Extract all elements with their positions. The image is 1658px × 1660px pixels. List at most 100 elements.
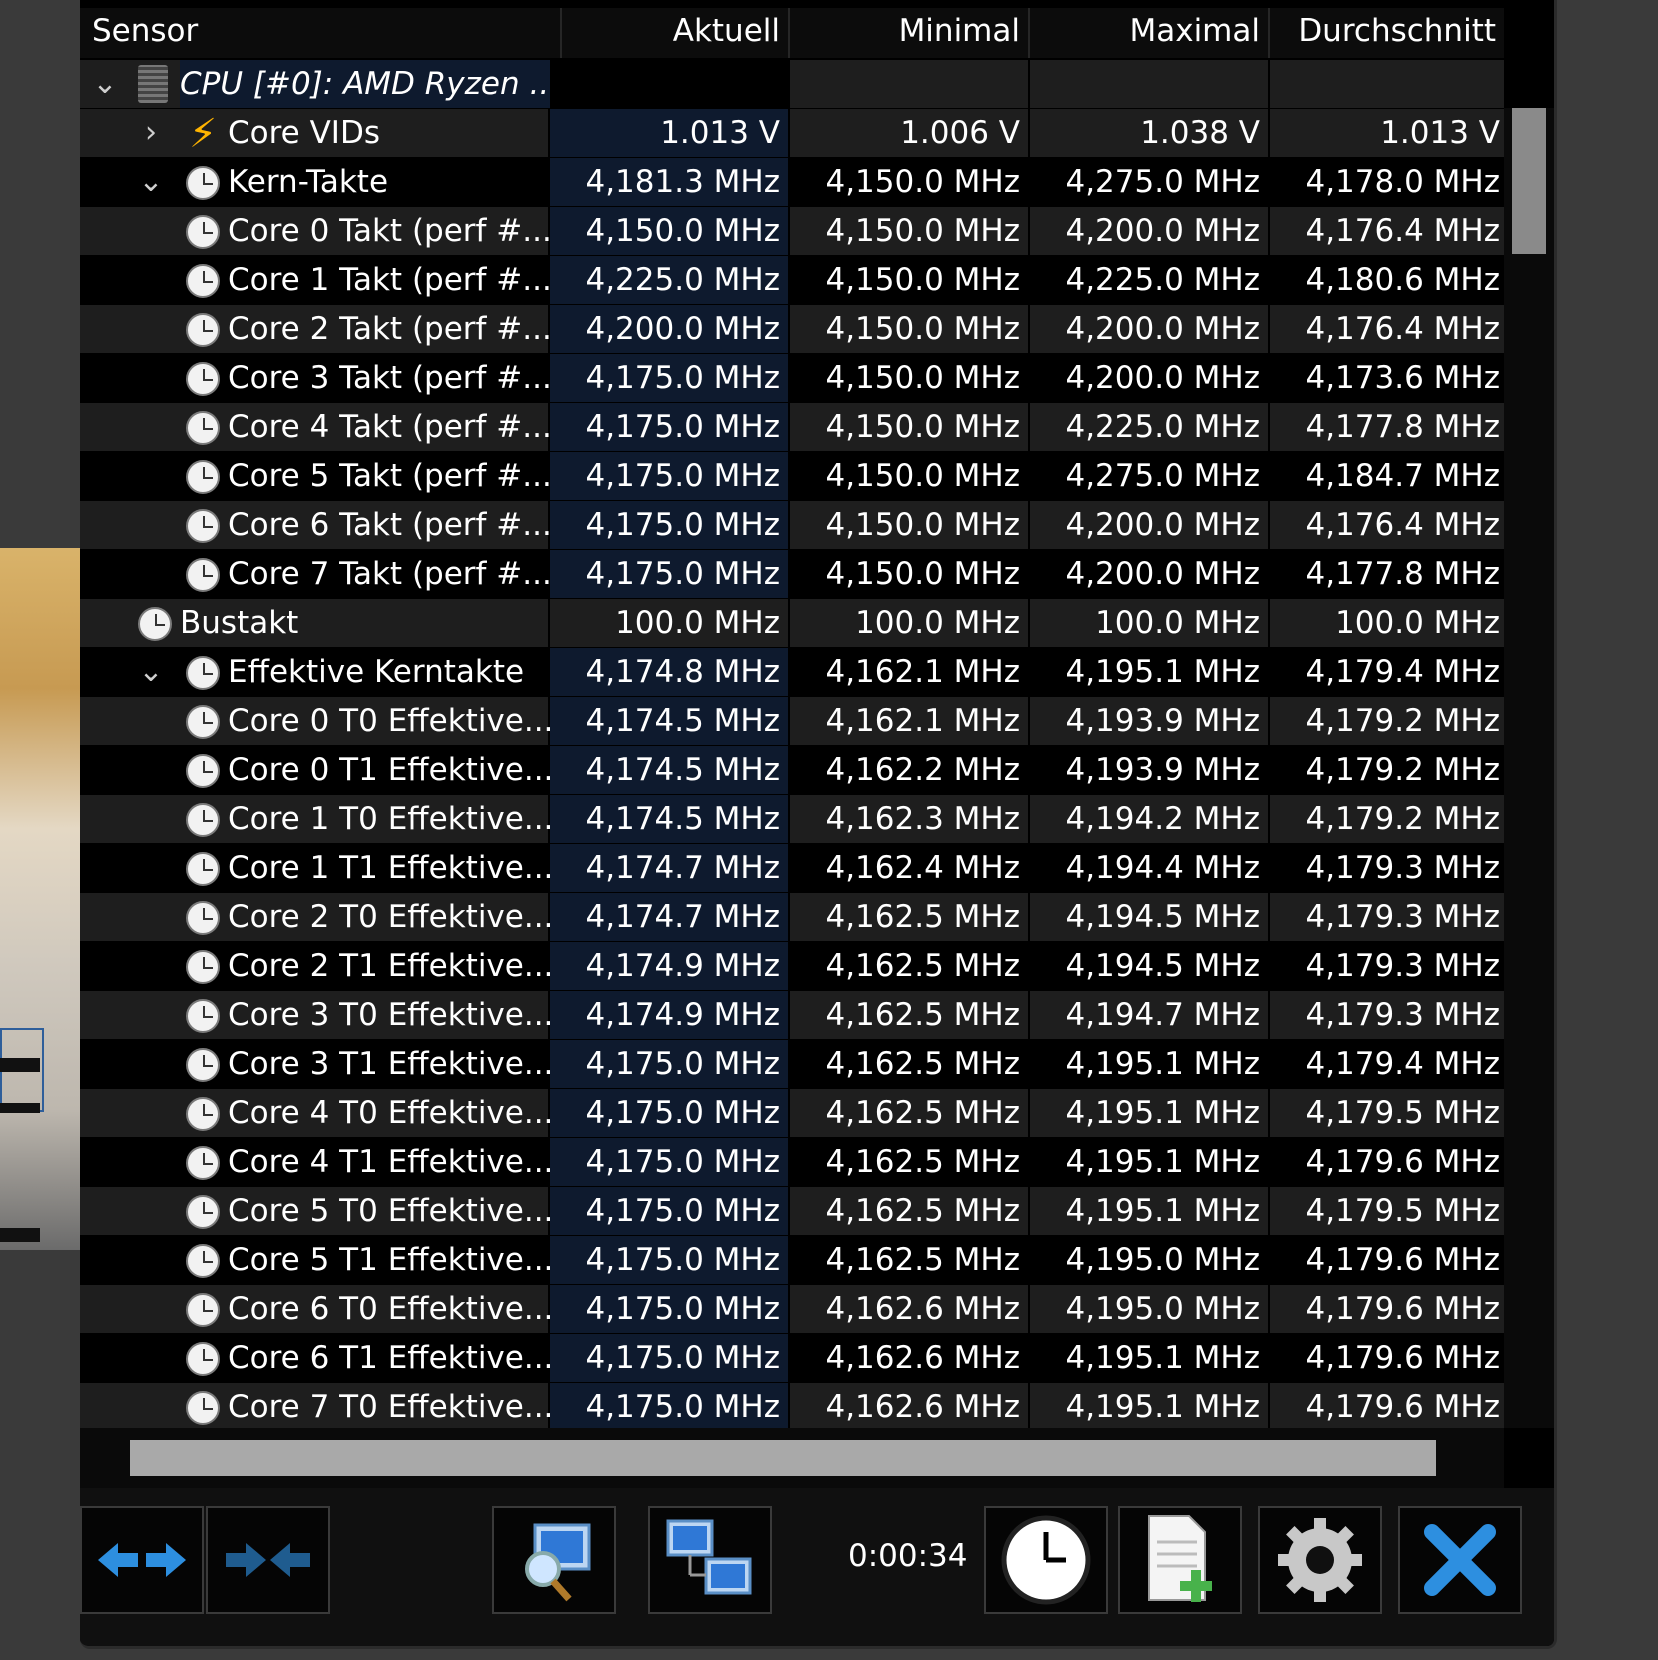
- max-value-cell: 4,195.1 MHz: [1065, 654, 1260, 690]
- sensor-row[interactable]: Core 3 Takt (perf #... 4,175.0 MHz 4,150.0…: [80, 354, 1504, 403]
- column-header-average[interactable]: Durchschnitt: [1270, 8, 1504, 58]
- sensor-row[interactable]: Bustakt 100.0 MHz 100.0 MHz 100.0 MHz 100.0 …: [80, 599, 1504, 648]
- current-value-cell: 4,175.0 MHz: [550, 354, 788, 402]
- logging-button[interactable]: [1118, 1506, 1242, 1614]
- avg-value-cell: 4,177.8 MHz: [1270, 403, 1504, 451]
- sensor-name-cell: Core 4 Takt (perf #...: [80, 403, 552, 451]
- sensor-row[interactable]: Core 6 T1 Effektive... 4,175.0 MHz 4,162.6…: [80, 1334, 1504, 1383]
- sensor-label: Core 3 T0 Effektive...: [228, 997, 554, 1033]
- sensor-row[interactable]: Core 3 T1 Effektive... 4,175.0 MHz 4,162.5…: [80, 1040, 1504, 1089]
- settings-button[interactable]: [1258, 1506, 1382, 1614]
- sensor-label: Core 3 T1 Effektive...: [228, 1046, 554, 1082]
- close-button[interactable]: [1398, 1506, 1522, 1614]
- column-header-current[interactable]: Aktuell: [550, 8, 790, 58]
- clock-icon: [186, 705, 220, 739]
- column-header-sensor[interactable]: Sensor: [80, 8, 562, 58]
- sensor-status-button[interactable]: [492, 1506, 616, 1614]
- current-value-cell: 4,175.0 MHz: [550, 1334, 788, 1382]
- chevron-right-icon[interactable]: ›: [136, 109, 166, 157]
- min-value-cell: 4,162.5 MHz: [825, 1046, 1020, 1082]
- avg-value-cell: 4,179.3 MHz: [1270, 991, 1504, 1039]
- sensor-group-row[interactable]: ⌄ CPU [#0]: AMD Ryzen ...: [80, 60, 1504, 109]
- sensor-row[interactable]: Core 0 T1 Effektive... 4,174.5 MHz 4,162.2…: [80, 746, 1504, 795]
- sensor-label: Core 2 Takt (perf #...: [228, 311, 552, 347]
- avg-value-cell: 4,173.6 MHz: [1305, 360, 1500, 396]
- network-button[interactable]: [648, 1506, 772, 1614]
- sensor-name-cell: Core 7 T0 Effektive...: [80, 1383, 553, 1428]
- expand-columns-button[interactable]: [80, 1506, 204, 1614]
- sensor-row[interactable]: Core 6 T0 Effektive... 4,175.0 MHz 4,162.6…: [80, 1285, 1504, 1334]
- current-value-cell: [550, 60, 788, 108]
- max-value-cell: [1030, 60, 1268, 108]
- clock-icon: [186, 166, 220, 200]
- sensor-row[interactable]: Core 5 Takt (perf #... 4,175.0 MHz 4,150.0…: [80, 452, 1504, 501]
- sensor-row[interactable]: Core 1 T1 Effektive... 4,174.7 MHz 4,162.4…: [80, 844, 1504, 893]
- sensor-row[interactable]: Core 1 T0 Effektive... 4,174.5 MHz 4,162.3…: [80, 795, 1504, 844]
- collapse-columns-button[interactable]: [206, 1506, 330, 1614]
- clock-icon: [186, 1146, 220, 1180]
- min-value-cell: [790, 60, 1028, 108]
- reset-clock-button[interactable]: [984, 1506, 1108, 1614]
- clock-icon: [186, 950, 220, 984]
- max-value-cell: 4,194.5 MHz: [1065, 948, 1260, 984]
- sensor-label: Core 5 T0 Effektive...: [228, 1193, 554, 1229]
- sensor-row[interactable]: ⌄ Effektive Kerntakte 4,174.8 MHz 4,162.1 M…: [80, 648, 1504, 697]
- sensor-row[interactable]: Core 0 Takt (perf #... 4,150.0 MHz 4,150.0…: [80, 207, 1504, 256]
- sensor-name-cell: Core 1 Takt (perf #...: [80, 256, 552, 304]
- max-value-cell: 4,200.0 MHz: [1030, 305, 1268, 353]
- sensor-row[interactable]: Core 6 Takt (perf #... 4,175.0 MHz 4,150.0…: [80, 501, 1504, 550]
- sensor-row[interactable]: Core 7 T0 Effektive... 4,175.0 MHz 4,162.6…: [80, 1383, 1504, 1428]
- clock-icon: [186, 1097, 220, 1131]
- clock-icon: [138, 607, 172, 641]
- clock-icon: [186, 1195, 220, 1229]
- chevron-down-icon[interactable]: ⌄: [136, 158, 166, 206]
- sensor-name-cell: Core 5 T1 Effektive...: [80, 1236, 553, 1284]
- min-value-cell: 4,162.5 MHz: [825, 1242, 1020, 1278]
- column-header-minimum[interactable]: Minimal: [790, 8, 1030, 58]
- vertical-scrollbar[interactable]: [1504, 108, 1554, 1428]
- avg-value-cell: 4,179.2 MHz: [1270, 697, 1504, 745]
- sensor-label: Core VIDs: [228, 115, 380, 151]
- max-value-cell: 4,195.1 MHz: [1065, 1046, 1260, 1082]
- avg-value-cell: 4,179.2 MHz: [1305, 752, 1500, 788]
- sensor-name-cell: Core 1 T0 Effektive...: [80, 795, 553, 843]
- max-value-cell: 4,194.5 MHz: [1030, 893, 1268, 941]
- sensor-name-cell: Core 0 Takt (perf #...: [80, 207, 552, 255]
- sensor-name-cell: Core 0 T0 Effektive...: [80, 697, 553, 745]
- avg-value-cell: [1270, 60, 1504, 108]
- max-value-cell: 4,195.1 MHz: [1065, 1340, 1260, 1376]
- min-value-cell: 4,162.2 MHz: [825, 752, 1020, 788]
- sensor-row[interactable]: Core 4 T0 Effektive... 4,175.0 MHz 4,162.5…: [80, 1089, 1504, 1138]
- min-value-cell: 4,162.3 MHz: [790, 795, 1028, 843]
- horizontal-scrollbar-thumb[interactable]: [130, 1440, 1436, 1476]
- current-value-cell: 4,150.0 MHz: [550, 207, 788, 255]
- min-value-cell: 4,162.5 MHz: [825, 948, 1020, 984]
- sensor-row[interactable]: Core 4 Takt (perf #... 4,175.0 MHz 4,150.0…: [80, 403, 1504, 452]
- sensor-row[interactable]: Core 3 T0 Effektive... 4,174.9 MHz 4,162.5…: [80, 991, 1504, 1040]
- current-value-cell: 4,175.0 MHz: [550, 452, 788, 500]
- column-header-maximum[interactable]: Maximal: [1030, 8, 1270, 58]
- min-value-cell: 4,162.5 MHz: [790, 1089, 1028, 1137]
- sensor-row[interactable]: Core 5 T1 Effektive... 4,175.0 MHz 4,162.5…: [80, 1236, 1504, 1285]
- sensor-row[interactable]: Core 4 T1 Effektive... 4,175.0 MHz 4,162.5…: [80, 1138, 1504, 1187]
- vertical-scrollbar-thumb[interactable]: [1512, 108, 1546, 254]
- sensor-row[interactable]: ⌄ Kern-Takte 4,181.3 MHz 4,150.0 MHz 4,275.0…: [80, 158, 1504, 207]
- arrows-out-icon: [98, 1543, 186, 1577]
- sensor-row[interactable]: Core 2 T0 Effektive... 4,174.7 MHz 4,162.5…: [80, 893, 1504, 942]
- sensor-row[interactable]: Core 5 T0 Effektive... 4,175.0 MHz 4,162.5…: [80, 1187, 1504, 1236]
- sensor-row[interactable]: › ⚡ Core VIDs 1.013 V 1.006 V 1.038 V 1.013 V: [80, 109, 1504, 158]
- current-value-cell: 4,174.8 MHz: [550, 648, 788, 696]
- sensor-row[interactable]: Core 1 Takt (perf #... 4,225.0 MHz 4,150.0…: [80, 256, 1504, 305]
- current-value-cell: 4,175.0 MHz: [550, 1285, 788, 1333]
- clock-icon: [186, 1048, 220, 1082]
- sensor-row[interactable]: Core 2 T1 Effektive... 4,174.9 MHz 4,162.5…: [80, 942, 1504, 991]
- chevron-down-icon[interactable]: ⌄: [90, 60, 120, 108]
- sensor-row[interactable]: Core 7 Takt (perf #... 4,175.0 MHz 4,150.0…: [80, 550, 1504, 599]
- sensor-row[interactable]: Core 2 Takt (perf #... 4,200.0 MHz 4,150.0…: [80, 305, 1504, 354]
- max-value-cell: 4,195.0 MHz: [1030, 1285, 1268, 1333]
- chevron-down-icon[interactable]: ⌄: [136, 648, 166, 696]
- horizontal-scrollbar[interactable]: [80, 1428, 1504, 1488]
- avg-value-cell: 4,179.6 MHz: [1305, 1144, 1500, 1180]
- avg-value-cell: 4,179.6 MHz: [1270, 1383, 1504, 1428]
- sensor-row[interactable]: Core 0 T0 Effektive... 4,174.5 MHz 4,162.1…: [80, 697, 1504, 746]
